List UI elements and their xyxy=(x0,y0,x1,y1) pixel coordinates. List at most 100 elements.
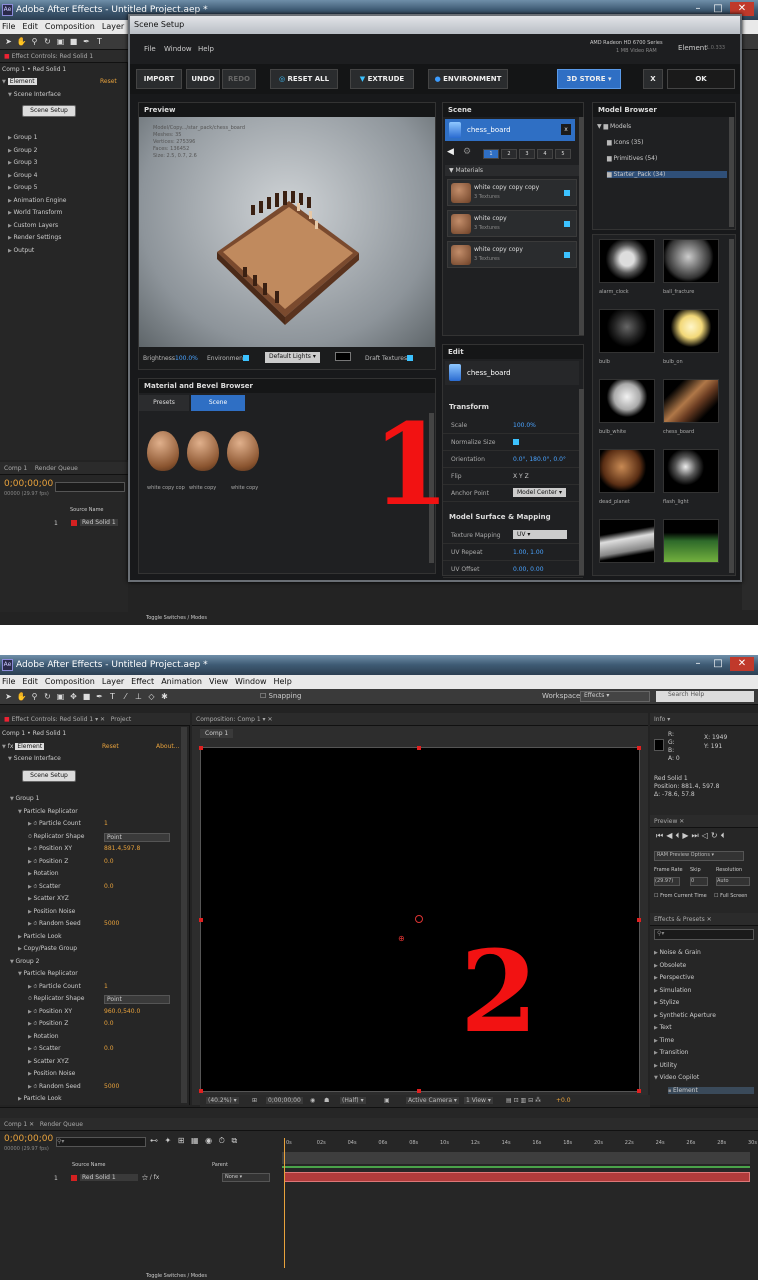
effect-param-row[interactable]: ▶ Copy/Paste Group xyxy=(18,945,77,952)
effect-param-row[interactable]: ▶ ⏱ Particle Count xyxy=(28,983,81,990)
exposure-value[interactable]: +0.0 xyxy=(556,1097,571,1104)
scene-setup-button[interactable]: Scene Setup xyxy=(22,105,76,117)
layer-name[interactable]: Red Solid 1 xyxy=(80,1174,138,1181)
menu-animation[interactable]: Animation xyxy=(161,675,202,689)
settings-gear-icon[interactable]: ⚙ xyxy=(463,147,471,157)
effect-param-value[interactable]: 0.0 xyxy=(104,1045,114,1052)
layer-handle[interactable] xyxy=(417,1089,421,1093)
thumbnails-scrollbar[interactable] xyxy=(729,239,734,573)
timecode[interactable]: 0;00;00;00 xyxy=(4,479,53,489)
normalize-checkbox[interactable] xyxy=(513,439,519,445)
effect-param-row[interactable]: ▶ Position Noise xyxy=(28,908,75,915)
material-visible-checkbox[interactable] xyxy=(564,221,570,227)
eraser-tool-icon[interactable]: ◇ xyxy=(146,691,157,702)
preview-resolution-dropdown[interactable]: Auto xyxy=(716,877,750,886)
menu-edit[interactable]: Edit xyxy=(22,675,38,689)
effect-param-row[interactable]: ▶ ⏱ Position Z xyxy=(28,858,68,865)
group-button-4[interactable]: 4 xyxy=(537,149,553,159)
effect-row-element[interactable]: ▼ fx Element xyxy=(2,743,45,750)
effect-controls-tab[interactable]: ■ Effect Controls: Red Solid 1 ▾ ✕ Proje… xyxy=(0,713,190,726)
uv-repeat-value[interactable]: 1.00, 1.00 xyxy=(513,549,544,556)
scale-value[interactable]: 100.0% xyxy=(513,422,536,429)
group-button-2[interactable]: 2 xyxy=(501,149,517,159)
scene-model-item[interactable]: chess_board x xyxy=(445,119,575,141)
layer-handle[interactable] xyxy=(199,1089,203,1093)
preview-viewport[interactable]: Model/Copy.../star_pack/chess_board Meshe… xyxy=(139,117,435,347)
rotate-tool-icon[interactable]: ↻ xyxy=(42,691,53,702)
import-button[interactable]: IMPORT xyxy=(136,69,182,89)
ok-button[interactable]: OK xyxy=(667,69,735,89)
effects-category-item[interactable]: ▶ Text xyxy=(654,1024,672,1031)
workspace-dropdown[interactable]: Effects ▾ xyxy=(580,691,650,702)
draft-textures-checkbox[interactable] xyxy=(407,355,413,361)
effect-param-row[interactable]: ▶ Particle Look xyxy=(18,933,62,940)
model-tree-scrollbar[interactable] xyxy=(729,117,734,227)
effect-param-value[interactable]: 5000 xyxy=(104,1083,119,1090)
timeline-search-input[interactable]: ⚲▾ xyxy=(56,1137,146,1147)
normalize-row[interactable]: Normalize Size xyxy=(443,434,583,451)
material-item[interactable]: white copy copy copy 3 Textures xyxy=(447,179,577,206)
effects-category-item[interactable]: ▶ Simulation xyxy=(654,987,691,994)
material-preview-2[interactable] xyxy=(187,431,219,471)
model-thumbnail[interactable] xyxy=(663,379,719,423)
3d-store-button[interactable]: 3D STORE ▾ xyxy=(557,69,621,89)
model-thumbnail[interactable] xyxy=(663,239,719,283)
reset-link[interactable]: Reset xyxy=(102,743,119,750)
effect-row-element[interactable]: ▼ Element xyxy=(2,78,37,85)
effect-param-row[interactable]: ▶ Rotation xyxy=(28,870,59,877)
pan-behind-tool-icon[interactable]: ✥ xyxy=(68,691,79,702)
layer-duration-bar[interactable] xyxy=(284,1172,750,1182)
group-row[interactable]: ▶ Group 4 xyxy=(8,172,37,179)
effect-controls-tab[interactable]: ■ Effect Controls: Red Solid 1 xyxy=(0,50,128,63)
layer-handle[interactable] xyxy=(637,1089,641,1093)
zoom-tool-icon[interactable]: ⚲ xyxy=(29,691,40,702)
tab-scene[interactable]: Scene xyxy=(191,395,245,411)
menu-file[interactable]: File xyxy=(2,20,15,34)
effects-category-item[interactable]: ▶ Noise & Grain xyxy=(654,949,701,956)
flip-row[interactable]: Flip X Y Z xyxy=(443,468,583,485)
effects-category-item[interactable]: ▶ Synthetic Aperture xyxy=(654,1012,716,1019)
group-button-5[interactable]: 5 xyxy=(555,149,571,159)
reset-all-button[interactable]: ◎ RESET ALL xyxy=(270,69,338,89)
layer-color-label[interactable] xyxy=(71,1175,77,1181)
timeline-search-input[interactable] xyxy=(55,482,125,492)
effect-param-row[interactable]: ▶ ⏱ Position XY xyxy=(28,1008,72,1015)
minimize-button[interactable]: – xyxy=(690,657,706,671)
model-thumbnail[interactable] xyxy=(663,519,719,563)
hand-tool-icon[interactable]: ✋ xyxy=(16,691,27,702)
group-row[interactable]: ▶ Group 2 xyxy=(8,147,37,154)
effect-param-row[interactable]: ▶ ⏱ Scatter xyxy=(28,1045,61,1052)
menu-edit[interactable]: Edit xyxy=(22,20,38,34)
timeline-tab[interactable]: Comp 1 ✕ Render Queue xyxy=(0,1118,758,1131)
timeline-switches-icons[interactable]: ⊷ ✦ ⊞ ▦ ◉ ⏱ ⧉ xyxy=(150,1136,239,1146)
effect-param-value[interactable]: Point xyxy=(104,832,170,842)
material-preview-3[interactable] xyxy=(227,431,259,471)
color-channels-icon[interactable]: ☗ xyxy=(324,1097,329,1104)
camera-tool-icon[interactable]: ▣ xyxy=(55,36,66,47)
composition-viewer[interactable]: ⊕ xyxy=(199,746,641,1093)
stamp-tool-icon[interactable]: ⊥ xyxy=(133,691,144,702)
current-time-indicator[interactable] xyxy=(284,1138,285,1268)
group-button-1[interactable]: 1 xyxy=(483,149,499,159)
orientation-row[interactable]: Orientation 0.0°, 180.0°, 0.0° xyxy=(443,451,583,468)
layer-handle[interactable] xyxy=(199,918,203,922)
safe-zones-icon[interactable]: ⊞ xyxy=(252,1097,257,1104)
effect-param-row[interactable]: ▼ Particle Replicator xyxy=(18,970,78,977)
current-time-display[interactable]: 0;00;00;00 xyxy=(266,1097,303,1104)
effect-param-value[interactable]: 0.0 xyxy=(104,1020,114,1027)
effects-search-input[interactable]: ⚲▾ xyxy=(654,929,754,940)
scene-interface-row[interactable]: ▼ Scene Interface xyxy=(8,91,61,98)
background-color-swatch[interactable] xyxy=(335,352,351,361)
project-tab-label[interactable]: Project xyxy=(111,716,132,723)
ss-menu-help[interactable]: Help xyxy=(198,45,214,53)
menu-effect[interactable]: Effect xyxy=(131,675,154,689)
ram-preview-dropdown[interactable]: RAM Preview Options ▾ xyxy=(654,851,744,861)
scene-interface-row[interactable]: ▼ Scene Interface xyxy=(8,755,61,762)
effects-category-item[interactable]: ▶ Stylize xyxy=(654,999,679,1006)
particle-position-icon[interactable]: ⊕ xyxy=(398,934,405,943)
full-screen-checkbox[interactable]: ☐ Full Screen xyxy=(714,893,747,899)
uv-offset-value[interactable]: 0.00, 0.00 xyxy=(513,566,544,573)
work-area-bar[interactable] xyxy=(282,1152,750,1164)
group-row[interactable]: ▶ Group 3 xyxy=(8,159,37,166)
snapping-label[interactable]: ☐ Snapping xyxy=(260,692,301,700)
